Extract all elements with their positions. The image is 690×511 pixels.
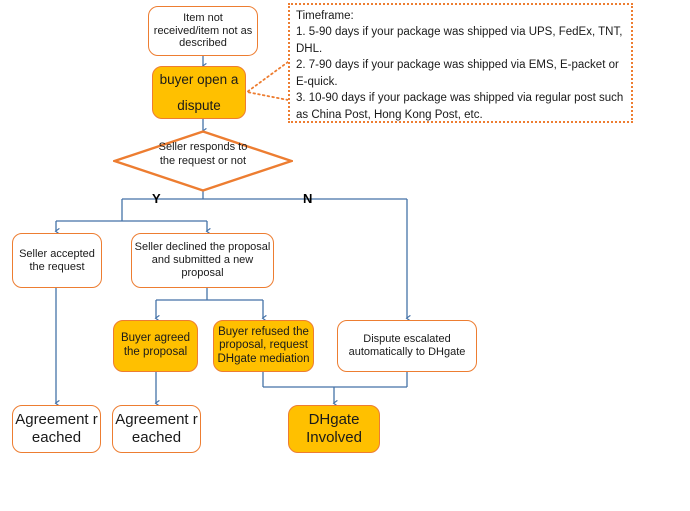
node-seller-accepted: Seller accepted the request (12, 233, 102, 288)
node-start-label: Item not received/item not as described (153, 11, 253, 50)
node-buyer-agreed: Buyer agreed the proposal (113, 320, 198, 372)
node-dhgate-involved: DHgate Involved (288, 405, 380, 453)
node-dhgate-involved-label: DHgate Involved (306, 411, 362, 446)
timeframe-heading: Timeframe: (296, 10, 354, 22)
flowchart-canvas: Item not received/item not as described … (0, 0, 690, 511)
node-buyer-refused-label: Buyer refused the proposal, request DHga… (217, 325, 310, 365)
node-buyer-agreed-label: Buyer agreed the proposal (120, 332, 191, 358)
node-open-dispute: buyer open a dispute (152, 66, 246, 119)
branch-label-yes: Y (152, 191, 161, 206)
node-dispute-escalated: Dispute escalated automatically to DHgat… (337, 320, 477, 372)
timeframe-line-1: 1. 5-90 days if your package was shipped… (296, 26, 623, 55)
node-agreement-reached-1: Agreement reached (12, 405, 101, 453)
node-seller-accepted-label: Seller accepted the request (19, 247, 95, 273)
node-seller-declined: Seller declined the proposal and submitt… (131, 233, 274, 288)
branch-label-no: N (303, 191, 313, 206)
node-seller-declined-label: Seller declined the proposal and submitt… (134, 241, 271, 279)
timeframe-line-3: 3. 10-90 days if your package was shippe… (296, 92, 624, 121)
node-agreement-reached-2-label: Agreement reached (115, 411, 198, 446)
node-buyer-refused: Buyer refused the proposal, request DHga… (213, 320, 314, 372)
timeframe-line-2: 2. 7-90 days if your package was shipped… (296, 59, 619, 88)
node-start: Item not received/item not as described (148, 6, 258, 56)
timeframe-callout: Timeframe: 1. 5-90 days if your package … (288, 3, 633, 123)
node-decision-shape (113, 130, 293, 192)
node-dispute-escalated-label: Dispute escalated automatically to DHgat… (348, 333, 466, 358)
node-open-dispute-label: buyer open a dispute (159, 71, 239, 113)
node-agreement-reached-2: Agreement reached (112, 405, 201, 453)
node-agreement-reached-1-label: Agreement reached (15, 411, 98, 446)
